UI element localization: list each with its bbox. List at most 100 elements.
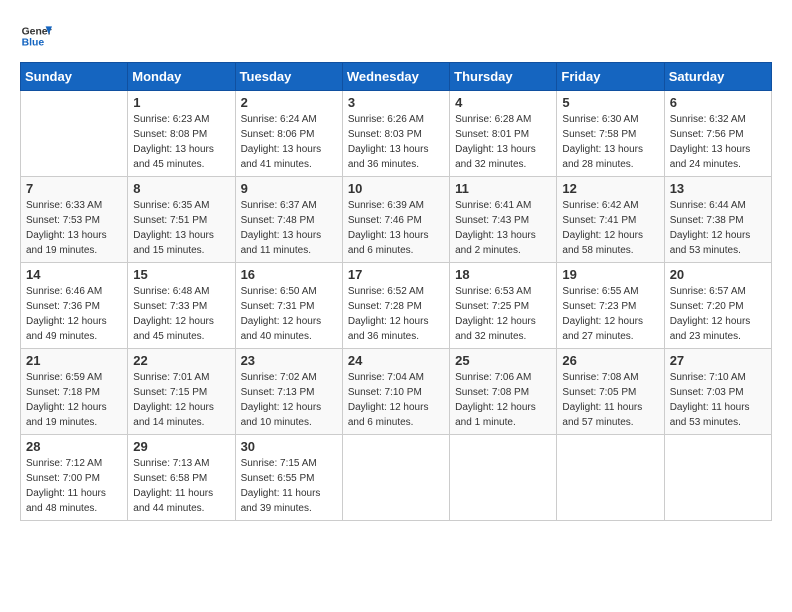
day-info: Sunrise: 7:04 AMSunset: 7:10 PMDaylight:… (348, 370, 444, 430)
day-info: Sunrise: 6:41 AMSunset: 7:43 PMDaylight:… (455, 198, 551, 258)
day-info: Sunrise: 7:02 AMSunset: 7:13 PMDaylight:… (241, 370, 337, 430)
calendar-cell (21, 91, 128, 177)
day-header-sunday: Sunday (21, 63, 128, 91)
day-info: Sunrise: 6:35 AMSunset: 7:51 PMDaylight:… (133, 198, 229, 258)
calendar-header: SundayMondayTuesdayWednesdayThursdayFrid… (21, 63, 772, 91)
day-number: 18 (455, 267, 551, 282)
calendar-cell: 29Sunrise: 7:13 AMSunset: 6:58 PMDayligh… (128, 435, 235, 521)
calendar: SundayMondayTuesdayWednesdayThursdayFrid… (20, 62, 772, 521)
day-header-monday: Monday (128, 63, 235, 91)
calendar-cell: 22 Sunrise: 7:01 AMSunset: 7:15 PMDayligh… (128, 349, 235, 435)
day-number: 1 (133, 95, 229, 110)
day-info: Sunrise: 6:26 AMSunset: 8:03 PMDaylight:… (348, 112, 444, 172)
day-info: Sunrise: 7:01 AMSunset: 7:15 PMDaylight:… (133, 370, 229, 430)
day-header-thursday: Thursday (450, 63, 557, 91)
calendar-cell: 4Sunrise: 6:28 AMSunset: 8:01 PMDaylight… (450, 91, 557, 177)
calendar-cell: 23 Sunrise: 7:02 AMSunset: 7:13 PMDayligh… (235, 349, 342, 435)
calendar-cell (342, 435, 449, 521)
day-number: 12 (562, 181, 658, 196)
calendar-week-5: 28 Sunrise: 7:12 AMSunset: 7:00 PMDayligh… (21, 435, 772, 521)
calendar-cell (664, 435, 771, 521)
day-header-friday: Friday (557, 63, 664, 91)
day-number: 17 (348, 267, 444, 282)
day-number: 2 (241, 95, 337, 110)
calendar-cell: 9 Sunrise: 6:37 AMSunset: 7:48 PMDaylight… (235, 177, 342, 263)
day-info: Sunrise: 6:44 AMSunset: 7:38 PMDaylight:… (670, 198, 766, 258)
calendar-cell: 17 Sunrise: 6:52 AMSunset: 7:28 PMDayligh… (342, 263, 449, 349)
day-info: Sunrise: 6:50 AMSunset: 7:31 PMDaylight:… (241, 284, 337, 344)
day-number: 27 (670, 353, 766, 368)
day-number: 28 (26, 439, 122, 454)
day-info: Sunrise: 7:12 AMSunset: 7:00 PMDaylight:… (26, 456, 122, 516)
calendar-cell: 1 Sunrise: 6:23 AMSunset: 8:08 PMDaylight… (128, 91, 235, 177)
calendar-cell: 15 Sunrise: 6:48 AMSunset: 7:33 PMDayligh… (128, 263, 235, 349)
day-number: 7 (26, 181, 122, 196)
day-info: Sunrise: 6:46 AMSunset: 7:36 PMDaylight:… (26, 284, 122, 344)
day-header-row: SundayMondayTuesdayWednesdayThursdayFrid… (21, 63, 772, 91)
day-info: Sunrise: 7:08 AMSunset: 7:05 PMDaylight:… (562, 370, 658, 430)
day-info: Sunrise: 6:52 AMSunset: 7:28 PMDaylight:… (348, 284, 444, 344)
day-number: 23 (241, 353, 337, 368)
day-header-tuesday: Tuesday (235, 63, 342, 91)
day-number: 9 (241, 181, 337, 196)
calendar-cell: 8 Sunrise: 6:35 AMSunset: 7:51 PMDaylight… (128, 177, 235, 263)
day-info: Sunrise: 6:53 AMSunset: 7:25 PMDaylight:… (455, 284, 551, 344)
calendar-cell: 13 Sunrise: 6:44 AMSunset: 7:38 PMDayligh… (664, 177, 771, 263)
calendar-cell: 16 Sunrise: 6:50 AMSunset: 7:31 PMDayligh… (235, 263, 342, 349)
day-header-wednesday: Wednesday (342, 63, 449, 91)
day-number: 6 (670, 95, 766, 110)
calendar-cell: 27Sunrise: 7:10 AMSunset: 7:03 PMDayligh… (664, 349, 771, 435)
calendar-cell: 6Sunrise: 6:32 AMSunset: 7:56 PMDaylight… (664, 91, 771, 177)
calendar-cell: 28 Sunrise: 7:12 AMSunset: 7:00 PMDayligh… (21, 435, 128, 521)
day-number: 15 (133, 267, 229, 282)
day-info: Sunrise: 7:06 AMSunset: 7:08 PMDaylight:… (455, 370, 551, 430)
day-number: 14 (26, 267, 122, 282)
day-info: Sunrise: 6:37 AMSunset: 7:48 PMDaylight:… (241, 198, 337, 258)
day-number: 5 (562, 95, 658, 110)
day-number: 11 (455, 181, 551, 196)
calendar-cell: 25Sunrise: 7:06 AMSunset: 7:08 PMDayligh… (450, 349, 557, 435)
day-number: 3 (348, 95, 444, 110)
day-number: 8 (133, 181, 229, 196)
calendar-cell: 11 Sunrise: 6:41 AMSunset: 7:43 PMDayligh… (450, 177, 557, 263)
calendar-cell: 18 Sunrise: 6:53 AMSunset: 7:25 PMDayligh… (450, 263, 557, 349)
calendar-cell: 12 Sunrise: 6:42 AMSunset: 7:41 PMDayligh… (557, 177, 664, 263)
day-number: 16 (241, 267, 337, 282)
day-info: Sunrise: 6:24 AMSunset: 8:06 PMDaylight:… (241, 112, 337, 172)
calendar-cell: 19 Sunrise: 6:55 AMSunset: 7:23 PMDayligh… (557, 263, 664, 349)
day-info: Sunrise: 6:28 AMSunset: 8:01 PMDaylight:… (455, 112, 551, 172)
logo: General Blue (20, 20, 52, 52)
day-number: 26 (562, 353, 658, 368)
svg-text:Blue: Blue (22, 38, 45, 49)
calendar-body: 1 Sunrise: 6:23 AMSunset: 8:08 PMDaylight… (21, 91, 772, 521)
day-info: Sunrise: 6:55 AMSunset: 7:23 PMDaylight:… (562, 284, 658, 344)
day-number: 20 (670, 267, 766, 282)
day-info: Sunrise: 6:59 AMSunset: 7:18 PMDaylight:… (26, 370, 122, 430)
day-number: 19 (562, 267, 658, 282)
day-number: 21 (26, 353, 122, 368)
calendar-cell: 3 Sunrise: 6:26 AMSunset: 8:03 PMDaylight… (342, 91, 449, 177)
day-number: 22 (133, 353, 229, 368)
day-number: 30 (241, 439, 337, 454)
calendar-cell: 21 Sunrise: 6:59 AMSunset: 7:18 PMDayligh… (21, 349, 128, 435)
day-number: 10 (348, 181, 444, 196)
day-info: Sunrise: 7:13 AMSunset: 6:58 PMDaylight:… (133, 456, 229, 516)
day-info: Sunrise: 7:15 AMSunset: 6:55 PMDaylight:… (241, 456, 337, 516)
calendar-cell: 5 Sunrise: 6:30 AMSunset: 7:58 PMDaylight… (557, 91, 664, 177)
day-info: Sunrise: 6:57 AMSunset: 7:20 PMDaylight:… (670, 284, 766, 344)
calendar-cell: 20 Sunrise: 6:57 AMSunset: 7:20 PMDayligh… (664, 263, 771, 349)
day-info: Sunrise: 6:42 AMSunset: 7:41 PMDaylight:… (562, 198, 658, 258)
calendar-cell: 10Sunrise: 6:39 AMSunset: 7:46 PMDayligh… (342, 177, 449, 263)
calendar-week-4: 21 Sunrise: 6:59 AMSunset: 7:18 PMDayligh… (21, 349, 772, 435)
calendar-week-3: 14 Sunrise: 6:46 AMSunset: 7:36 PMDayligh… (21, 263, 772, 349)
day-header-saturday: Saturday (664, 63, 771, 91)
calendar-cell (557, 435, 664, 521)
day-info: Sunrise: 6:48 AMSunset: 7:33 PMDaylight:… (133, 284, 229, 344)
day-info: Sunrise: 6:33 AMSunset: 7:53 PMDaylight:… (26, 198, 122, 258)
day-number: 13 (670, 181, 766, 196)
day-info: Sunrise: 6:30 AMSunset: 7:58 PMDaylight:… (562, 112, 658, 172)
calendar-cell: 26 Sunrise: 7:08 AMSunset: 7:05 PMDayligh… (557, 349, 664, 435)
day-info: Sunrise: 6:23 AMSunset: 8:08 PMDaylight:… (133, 112, 229, 172)
calendar-week-1: 1 Sunrise: 6:23 AMSunset: 8:08 PMDaylight… (21, 91, 772, 177)
calendar-cell (450, 435, 557, 521)
